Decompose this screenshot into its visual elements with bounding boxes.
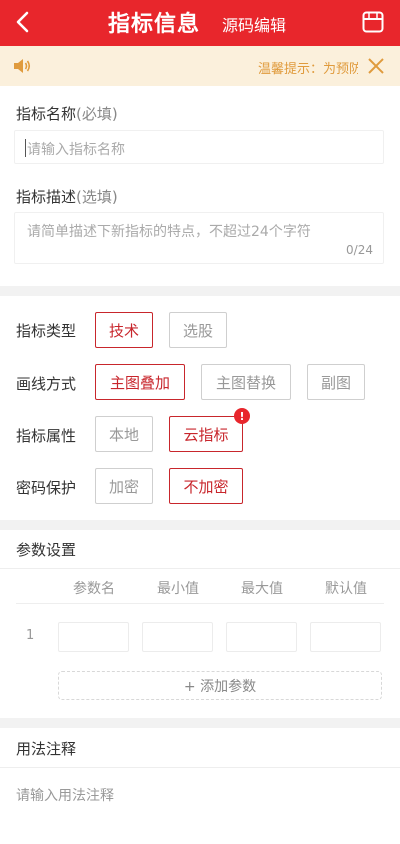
section-divider [0,718,400,728]
type-label: 指标类型 [16,322,77,340]
speaker-icon [14,59,31,73]
draw-option-subchart[interactable]: 副图 [307,364,365,400]
text-caret [25,139,26,157]
usage-textarea[interactable]: 请输入用法注释 [16,785,114,805]
attr-option-cloud[interactable]: 云指标 [169,416,243,452]
name-label-text: 指标名称 [16,105,77,123]
param-max-input[interactable] [226,622,297,652]
name-input[interactable]: 请输入指标名称 [14,130,384,164]
col-head-min: 最小值 [157,581,199,597]
desc-textarea[interactable]: 请简单描述下新指标的特点，不超过24个字符 0/24 [14,212,384,264]
desc-label: 指标描述(选填) [16,186,118,207]
param-default-input[interactable] [310,622,381,652]
name-label-hint: (必填) [76,105,118,123]
desc-label-hint: (选填) [76,188,118,206]
params-title: 参数设置 [16,541,77,559]
attr-option-local[interactable]: 本地 [95,416,153,452]
section-divider [0,520,400,530]
params-title-line [0,568,400,569]
page-title: 指标信息 [108,12,201,37]
param-name-input[interactable] [58,622,129,652]
desc-placeholder: 请简单描述下新指标的特点，不超过24个字符 [27,224,311,240]
close-icon[interactable] [366,56,386,76]
attr-label: 指标属性 [16,427,77,445]
section-divider [0,286,400,296]
desc-label-text: 指标描述 [16,188,77,206]
save-icon[interactable] [361,10,385,34]
name-label: 指标名称(必填) [16,103,118,124]
name-placeholder: 请输入指标名称 [27,142,125,158]
alert-badge: ! [234,408,250,424]
notice-text: 温馨提示：为预防 [258,62,358,77]
draw-label: 画线方式 [16,375,77,393]
param-min-input[interactable] [142,622,213,652]
char-counter: 0/24 [346,243,373,257]
draw-option-overlay[interactable]: 主图叠加 [95,364,185,400]
source-edit-button[interactable]: 源码编辑 [222,12,286,36]
col-head-name: 参数名 [73,581,115,597]
chevron-left-icon[interactable] [8,6,40,38]
type-option-technical[interactable]: 技术 [95,312,153,348]
col-head-max: 最大值 [241,581,283,597]
draw-option-replace[interactable]: 主图替换 [201,364,291,400]
password-label: 密码保护 [16,479,77,497]
notice-bar: 温馨提示：为预防 [0,46,400,86]
password-option-encrypt[interactable]: 加密 [95,468,153,504]
usage-title: 用法注释 [16,740,77,758]
header-bar: 指标信息 源码编辑 [0,0,400,46]
param-row-index: 1 [26,628,35,643]
add-param-button[interactable]: + 添加参数 [58,671,382,700]
password-option-no-encrypt[interactable]: 不加密 [169,468,243,504]
params-header-line [16,603,384,604]
usage-title-line [0,767,400,768]
col-head-default: 默认值 [325,581,367,597]
type-option-stock-picking[interactable]: 选股 [169,312,227,348]
